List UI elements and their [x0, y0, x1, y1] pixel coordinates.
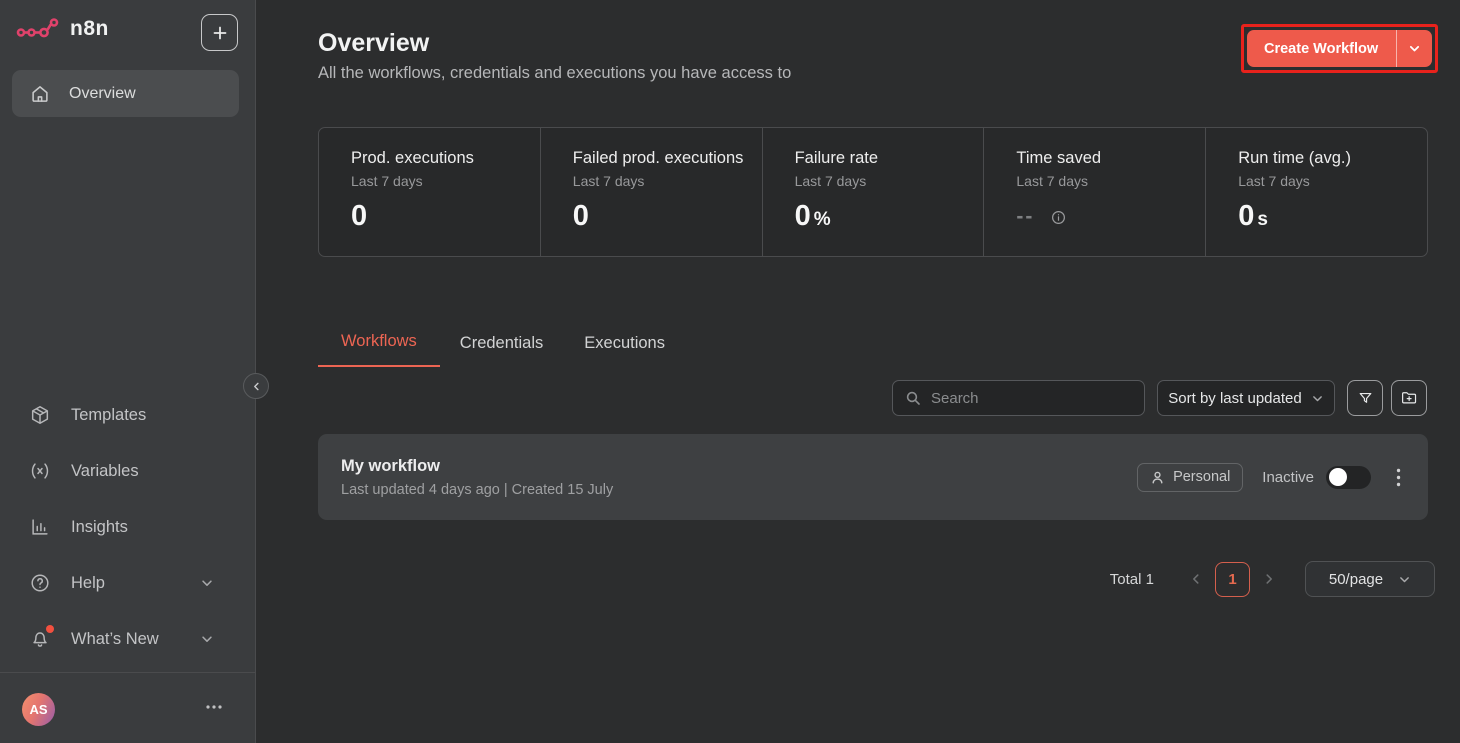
stat-failed-prod-executions: Failed prod. executions Last 7 days 0 — [540, 128, 762, 256]
page-size-label: 50/page — [1329, 571, 1383, 588]
create-workflow-button[interactable]: Create Workflow — [1247, 30, 1432, 67]
page-size-select[interactable]: 50/page — [1305, 561, 1435, 597]
page-number[interactable]: 1 — [1215, 562, 1250, 597]
sidebar-collapse-button[interactable] — [243, 373, 269, 399]
next-page-icon[interactable] — [1262, 572, 1276, 586]
chevron-down-icon[interactable] — [1397, 42, 1432, 55]
workflow-name: My workflow — [341, 457, 613, 476]
sidebar-item-label: Variables — [71, 462, 139, 481]
pagination: Total 1 1 50/page — [1110, 560, 1435, 598]
sidebar-item-label: Templates — [71, 406, 146, 425]
workflow-card[interactable]: My workflow Last updated 4 days ago | Cr… — [318, 434, 1428, 520]
toggle-knob — [1329, 468, 1347, 486]
toolbar-buttons — [1347, 380, 1427, 416]
plus-icon — [212, 25, 228, 41]
owner-badge[interactable]: Personal — [1137, 463, 1243, 492]
workflow-info: My workflow Last updated 4 days ago | Cr… — [318, 457, 613, 498]
search-input[interactable] — [931, 390, 1132, 407]
sort-dropdown[interactable]: Sort by last updated — [1157, 380, 1335, 416]
tab-workflows[interactable]: Workflows — [318, 326, 440, 367]
stat-value: 0 — [573, 200, 762, 233]
stat-run-time: Run time (avg.) Last 7 days 0s — [1205, 128, 1427, 256]
active-toggle[interactable] — [1326, 466, 1371, 489]
chevron-left-icon — [251, 381, 262, 392]
stat-failure-rate: Failure rate Last 7 days 0% — [762, 128, 984, 256]
list-toolbar: Sort by last updated — [892, 380, 1427, 416]
workflow-meta: Last updated 4 days ago | Created 15 Jul… — [341, 482, 613, 498]
stat-value: 0s — [1238, 200, 1427, 233]
sort-label: Sort by last updated — [1168, 390, 1301, 407]
person-icon — [1150, 470, 1165, 485]
sidebar-item-label: Help — [71, 574, 105, 593]
app-logo-text: n8n — [70, 17, 109, 41]
sidebar-item-overview[interactable]: Overview — [12, 70, 239, 117]
bar-chart-icon — [29, 516, 51, 538]
stat-prod-executions: Prod. executions Last 7 days 0 — [319, 128, 540, 256]
variables-icon — [29, 460, 51, 482]
sidebar-item-variables[interactable]: Variables — [0, 447, 256, 495]
folder-plus-icon — [1400, 389, 1418, 407]
filter-button[interactable] — [1347, 380, 1383, 416]
sidebar-item-label: What’s New — [71, 630, 159, 649]
main-content: Overview All the workflows, credentials … — [257, 0, 1460, 743]
n8n-logo-icon — [16, 15, 60, 43]
help-icon — [29, 572, 51, 594]
add-workflow-button[interactable] — [201, 14, 238, 51]
status-label: Inactive — [1262, 469, 1314, 486]
page-title: Overview — [318, 29, 429, 58]
stat-value: 0% — [795, 200, 984, 233]
prev-page-icon[interactable] — [1189, 572, 1203, 586]
stat-time-saved: Time saved Last 7 days -- — [983, 128, 1205, 256]
notification-dot — [46, 625, 54, 633]
chevron-down-icon — [200, 576, 214, 590]
sidebar-item-label: Overview — [69, 85, 136, 103]
pagination-total: Total 1 — [1110, 571, 1154, 588]
sidebar-item-help[interactable]: Help — [0, 559, 256, 607]
tab-credentials[interactable]: Credentials — [460, 328, 543, 367]
kebab-menu-icon[interactable] — [1396, 468, 1401, 487]
sidebar-item-templates[interactable]: Templates — [0, 391, 256, 439]
stat-value: 0 — [351, 200, 540, 233]
chevron-down-icon — [200, 632, 214, 646]
chevron-down-icon — [1311, 392, 1324, 405]
home-icon — [29, 83, 51, 105]
stat-value: -- — [1016, 205, 1205, 229]
tab-executions[interactable]: Executions — [584, 328, 665, 367]
owner-label: Personal — [1173, 469, 1230, 485]
workflow-actions: Personal Inactive — [1137, 463, 1428, 492]
new-folder-button[interactable] — [1391, 380, 1427, 416]
stats-cards: Prod. executions Last 7 days 0 Failed pr… — [318, 127, 1428, 257]
info-icon[interactable] — [1050, 209, 1067, 226]
sidebar-divider — [0, 672, 256, 673]
bell-icon — [29, 628, 51, 650]
funnel-icon — [1357, 390, 1374, 407]
app-logo: n8n — [16, 15, 109, 43]
user-menu-ellipsis-icon[interactable] — [205, 704, 223, 710]
search-icon — [905, 390, 921, 406]
sidebar-item-label: Insights — [71, 518, 128, 537]
avatar[interactable]: AS — [22, 693, 55, 726]
search-box[interactable] — [892, 380, 1145, 416]
tabs: Workflows Credentials Executions — [318, 326, 706, 367]
page-subtitle: All the workflows, credentials and execu… — [318, 64, 791, 83]
sidebar-item-whats-new[interactable]: What’s New — [0, 615, 256, 663]
sidebar: n8n Overview Templates — [0, 0, 256, 743]
chevron-down-icon — [1398, 573, 1411, 586]
create-workflow-label: Create Workflow — [1247, 41, 1396, 57]
annotation-highlight-box: Create Workflow — [1241, 24, 1438, 73]
package-icon — [29, 404, 51, 426]
sidebar-item-insights[interactable]: Insights — [0, 503, 256, 551]
